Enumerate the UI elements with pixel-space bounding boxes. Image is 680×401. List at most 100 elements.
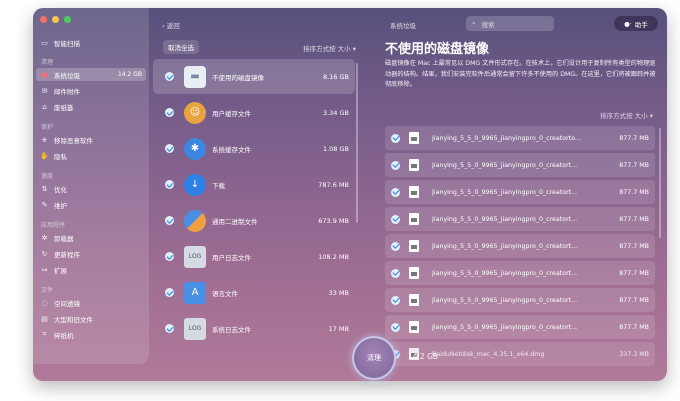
section-title: 系统垃圾 <box>390 22 416 30</box>
sidebar-item-smart-scan[interactable]: ▭ 智能扫描 <box>36 36 146 49</box>
monitor-icon: ▭ <box>41 38 48 47</box>
checkbox[interactable] <box>391 214 400 224</box>
shredder-icon: ⌗ <box>42 330 47 338</box>
checkbox[interactable] <box>165 288 174 297</box>
download-icon: ↓ <box>184 173 206 196</box>
user-log-icon: LOG <box>184 245 206 268</box>
category-row-unused-disk-images[interactable]: ▬ 不使用的磁盘镜像 8.16 GB <box>153 59 355 94</box>
detail-description: 磁盘镜像在 Mac 上最常见以 DMG 文件形式存在。在技术上，它们设计用于复制… <box>385 60 656 88</box>
document-icon <box>409 213 419 225</box>
checkbox[interactable] <box>391 268 400 278</box>
sidebar-item-maintenance[interactable]: ✎ 维护 <box>36 198 146 211</box>
folder-icon: ▤ <box>41 314 48 323</box>
sort-menu[interactable]: 排序方式按 大小 ▾ <box>303 43 356 53</box>
checkbox[interactable] <box>391 133 400 143</box>
document-icon <box>409 132 419 144</box>
deselect-all-button[interactable]: 取消全选 <box>163 40 199 54</box>
lens-icon: ◌ <box>41 298 48 307</box>
mail-icon: ✉ <box>41 86 48 95</box>
bin-icon: ⌂ <box>42 102 47 111</box>
checkbox[interactable] <box>165 216 174 225</box>
category-row-system-cache[interactable]: ✱ 系统缓存文件 1.08 GB <box>153 131 355 166</box>
document-icon <box>409 186 419 198</box>
category-row-user-logs[interactable]: LOG 用户日志文件 108.2 MB <box>153 239 355 274</box>
file-row[interactable]: Jianying_5_5_0_9965_jianyingpro_0_creato… <box>385 315 655 339</box>
sidebar-item-shredder[interactable]: ⌗ 碎纸机 <box>36 328 146 341</box>
sidebar-group-protection: 保护 <box>41 124 54 131</box>
checkbox[interactable] <box>165 252 174 261</box>
update-icon: ↻ <box>41 249 48 258</box>
sidebar-group-speed: 速度 <box>41 173 54 180</box>
checkbox[interactable] <box>391 241 400 251</box>
search-field[interactable]: ⌕ 搜索 <box>466 16 554 31</box>
detail-title: 不使用的磁盘镜像 <box>385 42 490 57</box>
detail-sort-menu[interactable]: 排序方式按 大小 ▾ <box>600 110 653 120</box>
checkbox[interactable] <box>391 295 400 305</box>
category-row-user-cache[interactable]: ☺ 用户缓存文件 3.34 GB <box>153 95 355 130</box>
document-icon <box>409 294 419 306</box>
file-row[interactable]: Jianying_5_5_0_9965_jianyingpro_0_creato… <box>385 126 655 150</box>
sidebar-item-trash-bins[interactable]: ⌂ 废纸篓 <box>36 100 146 113</box>
system-cache-icon: ✱ <box>184 137 206 160</box>
back-button[interactable]: ‹ 返回 <box>162 20 180 30</box>
file-row[interactable]: Jianying_5_5_0_9965_jianyingpro_0_creato… <box>385 180 655 204</box>
file-list-scrollbar[interactable] <box>659 128 661 238</box>
app-window: ▭ 智能扫描 清理 ● 系统垃圾 14.2 GB ✉ 邮件附件 ⌂ 废纸篓 保护… <box>33 8 667 381</box>
category-row-system-logs[interactable]: LOG 系统日志文件 17 MB <box>153 311 355 346</box>
sidebar-group-cleanup: 清理 <box>41 59 54 66</box>
sidebar-item-updater[interactable]: ↻ 更新程序 <box>36 247 146 260</box>
file-row[interactable]: Jianying_5_5_0_9965_jianyingpro_0_creato… <box>385 261 655 285</box>
wrench-icon: ✎ <box>41 200 48 209</box>
document-icon <box>409 267 419 279</box>
sidebar-item-privacy[interactable]: ✋ 隐私 <box>36 149 146 162</box>
document-icon <box>409 159 419 171</box>
user-cache-icon: ☺ <box>184 101 206 124</box>
file-row[interactable]: Jianying_5_5_0_9965_jianyingpro_0_creato… <box>385 234 655 258</box>
checkbox[interactable] <box>391 187 400 197</box>
file-row[interactable]: Jianying_5_5_0_9965_jianyingpro_0_creato… <box>385 153 655 177</box>
file-row[interactable]: Jianying_5_5_0_9965_jianyingpro_0_creato… <box>385 207 655 231</box>
sidebar: ▭ 智能扫描 清理 ● 系统垃圾 14.2 GB ✉ 邮件附件 ⌂ 废纸篓 保护… <box>33 8 149 364</box>
category-row-language-files[interactable]: A 语言文件 33 MB <box>153 275 355 310</box>
checkbox[interactable] <box>165 72 174 81</box>
checkbox[interactable] <box>391 322 400 332</box>
clean-button[interactable]: 清理 <box>352 336 396 380</box>
sidebar-group-files: 文件 <box>41 287 54 294</box>
system-log-icon: LOG <box>184 317 206 340</box>
sidebar-item-system-junk[interactable]: ● 系统垃圾 14.2 GB <box>36 68 146 81</box>
category-row-downloads[interactable]: ↓ 下载 787.6 MB <box>153 167 355 202</box>
category-row-universal-binaries[interactable]: 通用二进制文件 673.9 MB <box>153 203 355 238</box>
checkbox[interactable] <box>165 180 174 189</box>
checkbox[interactable] <box>391 160 400 170</box>
language-icon: A <box>184 281 206 304</box>
file-row[interactable]: Jianying_5_5_0_9965_jianyingpro_0_creato… <box>385 288 655 312</box>
document-icon <box>409 240 419 252</box>
sidebar-item-extensions[interactable]: ↦ 扩展 <box>36 263 146 276</box>
assistant-icon: ●· <box>624 19 632 28</box>
extension-icon: ↦ <box>41 265 48 274</box>
checkbox[interactable] <box>165 324 174 333</box>
checkbox[interactable] <box>165 108 174 117</box>
biohazard-icon: ☣ <box>41 135 48 144</box>
sidebar-item-mail-attachments[interactable]: ✉ 邮件附件 <box>36 84 146 97</box>
category-scrollbar[interactable] <box>356 63 358 223</box>
document-icon <box>409 321 419 333</box>
sliders-icon: ⇅ <box>41 184 48 193</box>
binary-icon <box>184 209 206 232</box>
category-panel: ‹ 返回 取消全选 排序方式按 大小 ▾ ▬ 不使用的磁盘镜像 8.16 GB … <box>150 8 362 364</box>
search-icon: ⌕ <box>472 19 476 27</box>
sidebar-item-uninstaller[interactable]: ✲ 卸载器 <box>36 231 146 244</box>
disk-image-icon: ▬ <box>184 65 206 88</box>
assistant-button[interactable]: ●· 助手 <box>614 16 658 31</box>
sidebar-item-malware-removal[interactable]: ☣ 移除恶意软件 <box>36 133 146 146</box>
checkbox[interactable] <box>165 144 174 153</box>
uninstaller-icon: ✲ <box>41 233 48 242</box>
sidebar-item-large-old-files[interactable]: ▤ 大型和旧文件 <box>36 312 146 325</box>
detail-panel: 系统垃圾 ⌕ 搜索 ●· 助手 不使用的磁盘镜像 磁盘镜像在 Mac 上最常见以… <box>373 8 667 381</box>
sidebar-item-optimization[interactable]: ⇅ 优化 <box>36 182 146 195</box>
trash-icon: ● <box>41 70 48 79</box>
sidebar-item-space-lens[interactable]: ◌ 空间透镜 <box>36 296 146 309</box>
chevron-left-icon: ‹ <box>162 22 165 30</box>
hand-icon: ✋ <box>40 151 49 160</box>
sidebar-group-applications: 应用程序 <box>41 222 66 229</box>
